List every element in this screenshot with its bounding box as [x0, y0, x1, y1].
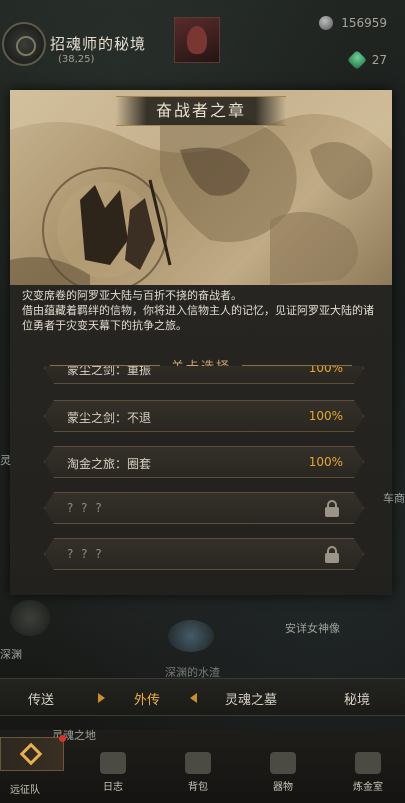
nav-label: 炼金室: [353, 782, 383, 793]
nav-bag-button[interactable]: 背包: [173, 752, 223, 793]
nav-artifact-button[interactable]: 器物: [258, 752, 308, 793]
stage-name: 淘金之旅：圈套: [67, 457, 152, 471]
coin-icon: [319, 16, 334, 30]
stage-name: ? ? ?: [67, 501, 104, 515]
stage-progress: 100%: [308, 366, 343, 375]
statue-icon[interactable]: [168, 620, 214, 652]
lock-icon: [325, 546, 339, 563]
description-line-2: 借由蕴藏着羁绊的信物，你将进入信物主人的记忆，见证阿罗亚大陆的诸位勇者于灾变天幕…: [22, 304, 374, 332]
map-tab-bar: 传送 外传 灵魂之墓 秘境: [0, 678, 405, 716]
stage-list[interactable]: 蒙尘之剑：重振 100% 蒙尘之剑：不退 100% 淘金之旅：圈套 100% ?…: [44, 366, 364, 584]
tab-side-story[interactable]: 外传: [134, 689, 160, 708]
map-coordinates: (38,25): [58, 54, 95, 65]
stage-name: ? ? ?: [67, 547, 104, 561]
chapter-description: 灾变席卷的阿罗亚大陆与百折不挠的奋战者。 借由蕴藏着羁绊的信物，你将进入信物主人…: [22, 288, 382, 333]
nav-alchemy-button[interactable]: 炼金室: [343, 752, 393, 793]
tab-right-arrow-icon: [190, 693, 197, 703]
top-bar: 招魂师的秘境 (38,25) 156959 27: [0, 0, 405, 80]
gold-counter: 156959: [319, 16, 387, 30]
player-avatar[interactable]: [174, 17, 220, 63]
lantern-icon: [270, 752, 296, 774]
bag-icon: [185, 752, 211, 774]
alchemy-icon: [355, 752, 381, 774]
description-line-1: 灾变席卷的阿罗亚大陆与百折不挠的奋战者。: [22, 289, 242, 302]
stage-item[interactable]: 淘金之旅：圈套 100%: [44, 446, 364, 478]
nav-label: 器物: [273, 782, 293, 793]
map-label-abyss[interactable]: 深渊: [0, 646, 22, 662]
tab-soul-tomb[interactable]: 灵魂之墓: [225, 689, 277, 708]
stage-progress: 100%: [308, 409, 343, 423]
map-label-statue[interactable]: 安详女神像: [285, 620, 340, 636]
stage-name: 蒙尘之剑：不退: [67, 411, 152, 425]
gold-amount: 156959: [341, 16, 387, 30]
compass-icon: [19, 742, 43, 766]
stage-item-locked[interactable]: ? ? ?: [44, 492, 364, 524]
nav-log-button[interactable]: 日志: [88, 752, 138, 793]
nav-label-expedition: 远征队: [10, 785, 40, 796]
chapter-panel: 奋战者之章 灾变席卷的阿罗亚大陆与百折不挠的奋战者。 借由蕴藏着羁绊的信物，你将…: [10, 90, 392, 595]
map-nav-button[interactable]: [0, 735, 66, 771]
tab-left-arrow-icon: [98, 693, 105, 703]
gem-amount: 27: [371, 53, 387, 67]
notification-dot: [59, 735, 66, 742]
map-emblem-icon[interactable]: [2, 22, 46, 66]
map-label-merchant[interactable]: 车商: [383, 490, 405, 506]
stage-progress: 100%: [308, 455, 343, 469]
lock-icon: [325, 500, 339, 517]
gem-counter: 27: [346, 50, 387, 70]
chapter-illustration: 奋战者之章: [10, 90, 392, 285]
stage-item-locked[interactable]: ? ? ?: [44, 538, 364, 570]
scroll-icon: [100, 752, 126, 774]
stage-item[interactable]: 蒙尘之剑：不退 100%: [44, 400, 364, 432]
gem-icon: [346, 50, 367, 70]
map-title: 招魂师的秘境: [50, 35, 147, 53]
tab-secret-realm[interactable]: 秘境: [344, 689, 370, 708]
tab-teleport[interactable]: 传送: [28, 689, 54, 708]
stage-name: 蒙尘之剑：重振: [67, 366, 152, 377]
nav-label: 日志: [103, 782, 123, 793]
stage-item[interactable]: 蒙尘之剑：重振 100%: [44, 366, 364, 384]
map-label-left[interactable]: 灵: [0, 452, 11, 468]
skull-icon[interactable]: [10, 600, 50, 636]
nav-label: 背包: [188, 782, 208, 793]
chapter-title: 奋战者之章: [116, 96, 286, 126]
